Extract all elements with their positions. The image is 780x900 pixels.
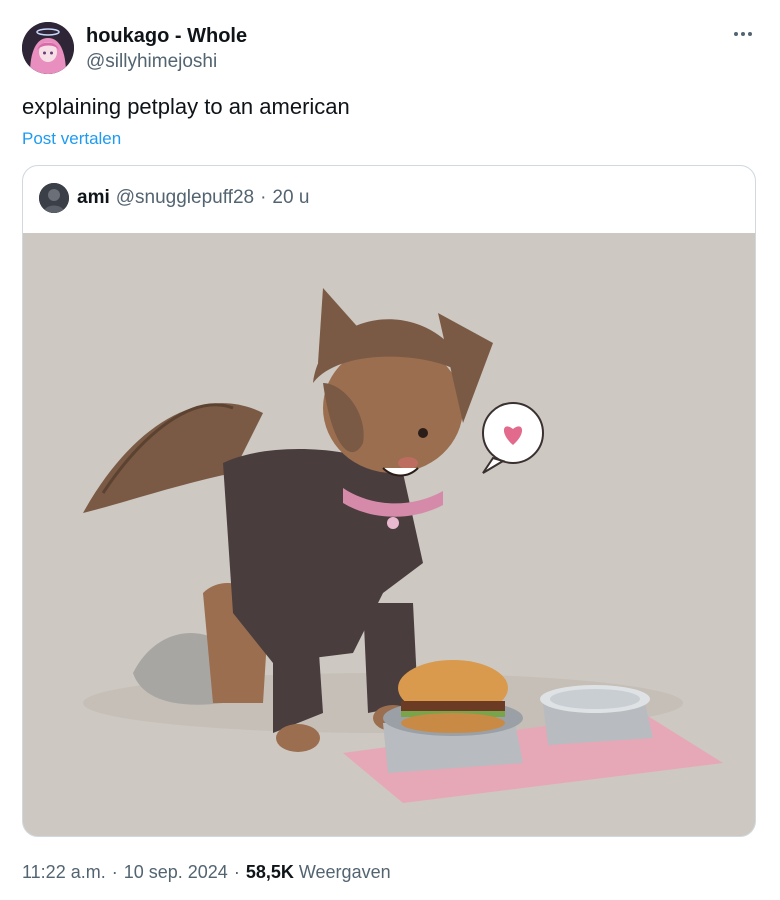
anime-avatar-icon	[22, 22, 74, 74]
author-display-name[interactable]: houkago - Whole	[86, 24, 247, 48]
tweet-text: explaining petplay to an american	[22, 94, 350, 119]
quote-timestamp[interactable]: 20 u	[272, 187, 309, 209]
more-horizontal-icon	[734, 32, 738, 36]
author-block: houkago - Whole @sillyhimejoshi	[86, 24, 247, 74]
more-dot	[741, 32, 745, 36]
post-time[interactable]: 11:22 a.m.	[22, 862, 106, 882]
quote-author-name[interactable]: ami	[77, 187, 110, 209]
meta-separator: ·	[233, 862, 240, 882]
illustration-image	[23, 233, 755, 836]
meta-separator: ·	[111, 862, 118, 882]
views-label: Weergaven	[298, 862, 391, 882]
translate-post-link[interactable]: Post vertalen	[22, 128, 121, 150]
quoted-post[interactable]: ami @snugglepuff28 · 20 u	[22, 165, 756, 837]
more-dot	[748, 32, 752, 36]
quote-media-image[interactable]	[23, 233, 755, 836]
quote-avatar[interactable]	[39, 183, 69, 213]
author-avatar[interactable]	[22, 22, 74, 74]
quote-author-handle[interactable]: @snugglepuff28	[116, 187, 254, 209]
quote-header: ami @snugglepuff28 · 20 u	[39, 182, 309, 214]
more-options-button[interactable]	[728, 22, 758, 46]
author-handle[interactable]: @sillyhimejoshi	[86, 50, 247, 74]
post-metadata: 11:22 a.m. · 10 sep. 2024 · 58,5K Weergaven	[22, 860, 391, 884]
post-date[interactable]: 10 sep. 2024	[124, 862, 228, 882]
views-count: 58,5K	[245, 862, 294, 882]
tweet: houkago - Whole @sillyhimejoshi explaini…	[0, 0, 780, 900]
quote-separator: ·	[260, 187, 267, 208]
dark-avatar-icon	[39, 183, 69, 213]
